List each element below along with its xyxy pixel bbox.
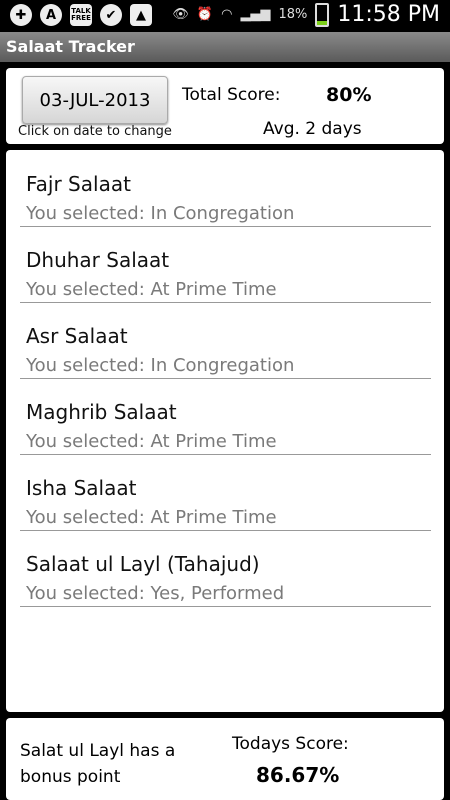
salaat-title: Fajr Salaat [26,172,131,196]
score-header-panel: 03-JUL-2013 Click on date to change Tota… [6,68,444,144]
salaat-title: Isha Salaat [26,476,137,500]
salaat-list: Fajr Salaat You selected: In Congregatio… [6,150,444,712]
total-score-value: 80% [326,84,372,106]
app-title: Salaat Tracker [6,37,135,56]
app-title-bar: Salaat Tracker [0,32,450,62]
eye-icon: 👁 [172,7,189,22]
date-button[interactable]: 03-JUL-2013 [22,76,168,124]
salaat-selection: You selected: At Prime Time [26,279,277,300]
list-item[interactable]: Salaat ul Layl (Tahajud) You selected: Y… [20,530,431,607]
salaat-selection: You selected: At Prime Time [26,507,277,528]
salaat-title: Dhuhar Salaat [26,248,170,272]
list-item[interactable]: Dhuhar Salaat You selected: At Prime Tim… [20,226,431,303]
total-score-label: Total Score: [182,85,281,105]
salaat-title: Salaat ul Layl (Tahajud) [26,552,260,576]
alarm-icon: ⏰ [196,7,214,22]
list-item[interactable]: Maghrib Salaat You selected: At Prime Ti… [20,378,431,455]
app-a-icon: A [40,4,62,26]
today-score-panel: Salat ul Layl has a bonus point Todays S… [6,718,444,800]
status-bar: ✚ A TALK FREE ✔ ▲ 👁 ⏰ ◠ ▂▄▆ 18% 11:58 PM [0,0,450,32]
salaat-selection: You selected: In Congregation [26,203,295,224]
talk-free-icon: TALK FREE [70,4,92,26]
check-icon: ✔ [100,4,122,26]
bonus-note: Salat ul Layl has a bonus point [20,741,176,787]
signal-icon: ▂▄▆ [240,7,271,22]
plus-icon: ✚ [10,4,32,26]
list-item[interactable]: Isha Salaat You selected: At Prime Time [20,454,431,531]
salaat-title: Maghrib Salaat [26,400,177,424]
wifi-icon: ◠ [221,7,233,22]
salaat-selection: You selected: Yes, Performed [26,583,285,604]
today-score-value: 86.67% [256,763,340,787]
notification-icons: ✚ A TALK FREE ✔ ▲ [10,4,152,26]
salaat-selection: You selected: At Prime Time [26,431,277,452]
average-days: Avg. 2 days [263,119,362,139]
battery-fill [317,20,328,25]
date-hint: Click on date to change [18,124,172,139]
image-icon: ▲ [130,4,152,26]
list-item[interactable]: Asr Salaat You selected: In Congregation [20,302,431,379]
clock: 11:58 PM [337,2,440,27]
battery-percent: 18% [278,7,308,22]
list-item[interactable]: Fajr Salaat You selected: In Congregatio… [20,150,431,227]
salaat-title: Asr Salaat [26,324,128,348]
salaat-selection: You selected: In Congregation [26,355,295,376]
battery-icon [315,2,330,27]
system-indicators: 👁 ⏰ ◠ ▂▄▆ 18% 11:58 PM [172,2,440,27]
today-score-label: Todays Score: [232,734,349,754]
